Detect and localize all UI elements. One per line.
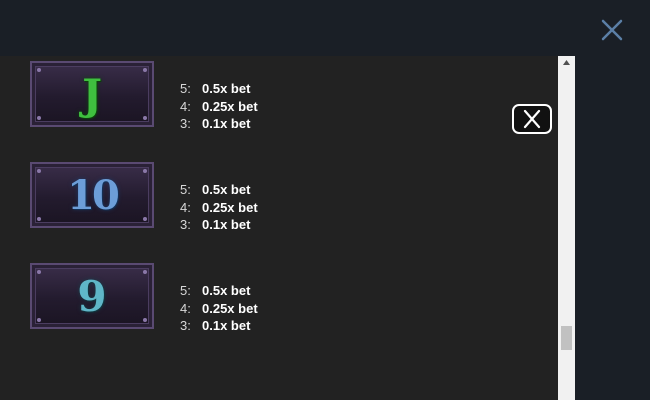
payout-list: 5: 0.5x bet 4: 0.25x bet 3: 0.1x bet bbox=[180, 80, 380, 133]
scrollbar-thumb[interactable] bbox=[561, 326, 572, 350]
scroll-up-button[interactable] bbox=[558, 56, 575, 70]
paytable-row-9: 9 5: 0.5x bet 4: 0.25x bet 3: 0.1x bet bbox=[0, 258, 558, 354]
payout-line: 4: 0.25x bet bbox=[180, 199, 258, 215]
payout-list: 5: 0.5x bet 4: 0.25x bet 3: 0.1x bet bbox=[180, 181, 380, 234]
payout-line: 3: 0.1x bet bbox=[180, 217, 251, 232]
payout-line: 3: 0.1x bet bbox=[180, 116, 251, 131]
payout-list: 5: 0.5x bet 4: 0.25x bet 3: 0.1x bet bbox=[180, 282, 380, 335]
close-icon bbox=[601, 19, 623, 41]
payout-line: 5: 0.5x bet bbox=[180, 283, 251, 298]
triangle-up-icon bbox=[563, 60, 570, 65]
paytable-row-10: 10 5: 0.5x bet 4: 0.25x bet 3: 0.1x bet bbox=[0, 157, 558, 253]
paytable-panel: J 5: 0.5x bet 4: 0.25x bet 3: 0.1x bet 10 5… bbox=[0, 56, 558, 400]
payout-line: 4: 0.25x bet bbox=[180, 300, 258, 316]
payout-line: 5: 0.5x bet bbox=[180, 81, 251, 96]
paytable-close-button[interactable] bbox=[512, 104, 552, 134]
close-icon bbox=[523, 109, 541, 129]
symbol-j-icon: J bbox=[82, 69, 102, 119]
symbol-tile: J bbox=[30, 61, 154, 127]
payout-line: 5: 0.5x bet bbox=[180, 182, 251, 197]
window-close-button[interactable] bbox=[598, 16, 626, 44]
symbol-tile: 9 bbox=[30, 263, 154, 329]
scrollbar[interactable] bbox=[558, 56, 575, 400]
payout-line: 3: 0.1x bet bbox=[180, 318, 251, 333]
symbol-10-icon: 10 bbox=[67, 171, 120, 219]
symbol-9-icon: 9 bbox=[77, 271, 107, 321]
top-bar bbox=[0, 0, 650, 56]
payout-line: 4: 0.25x bet bbox=[180, 98, 258, 114]
paytable-row-j: J 5: 0.5x bet 4: 0.25x bet 3: 0.1x bet bbox=[0, 56, 558, 152]
symbol-tile: 10 bbox=[30, 162, 154, 228]
background-strip bbox=[575, 56, 650, 400]
paytable-rows: J 5: 0.5x bet 4: 0.25x bet 3: 0.1x bet 10 5… bbox=[0, 56, 558, 400]
